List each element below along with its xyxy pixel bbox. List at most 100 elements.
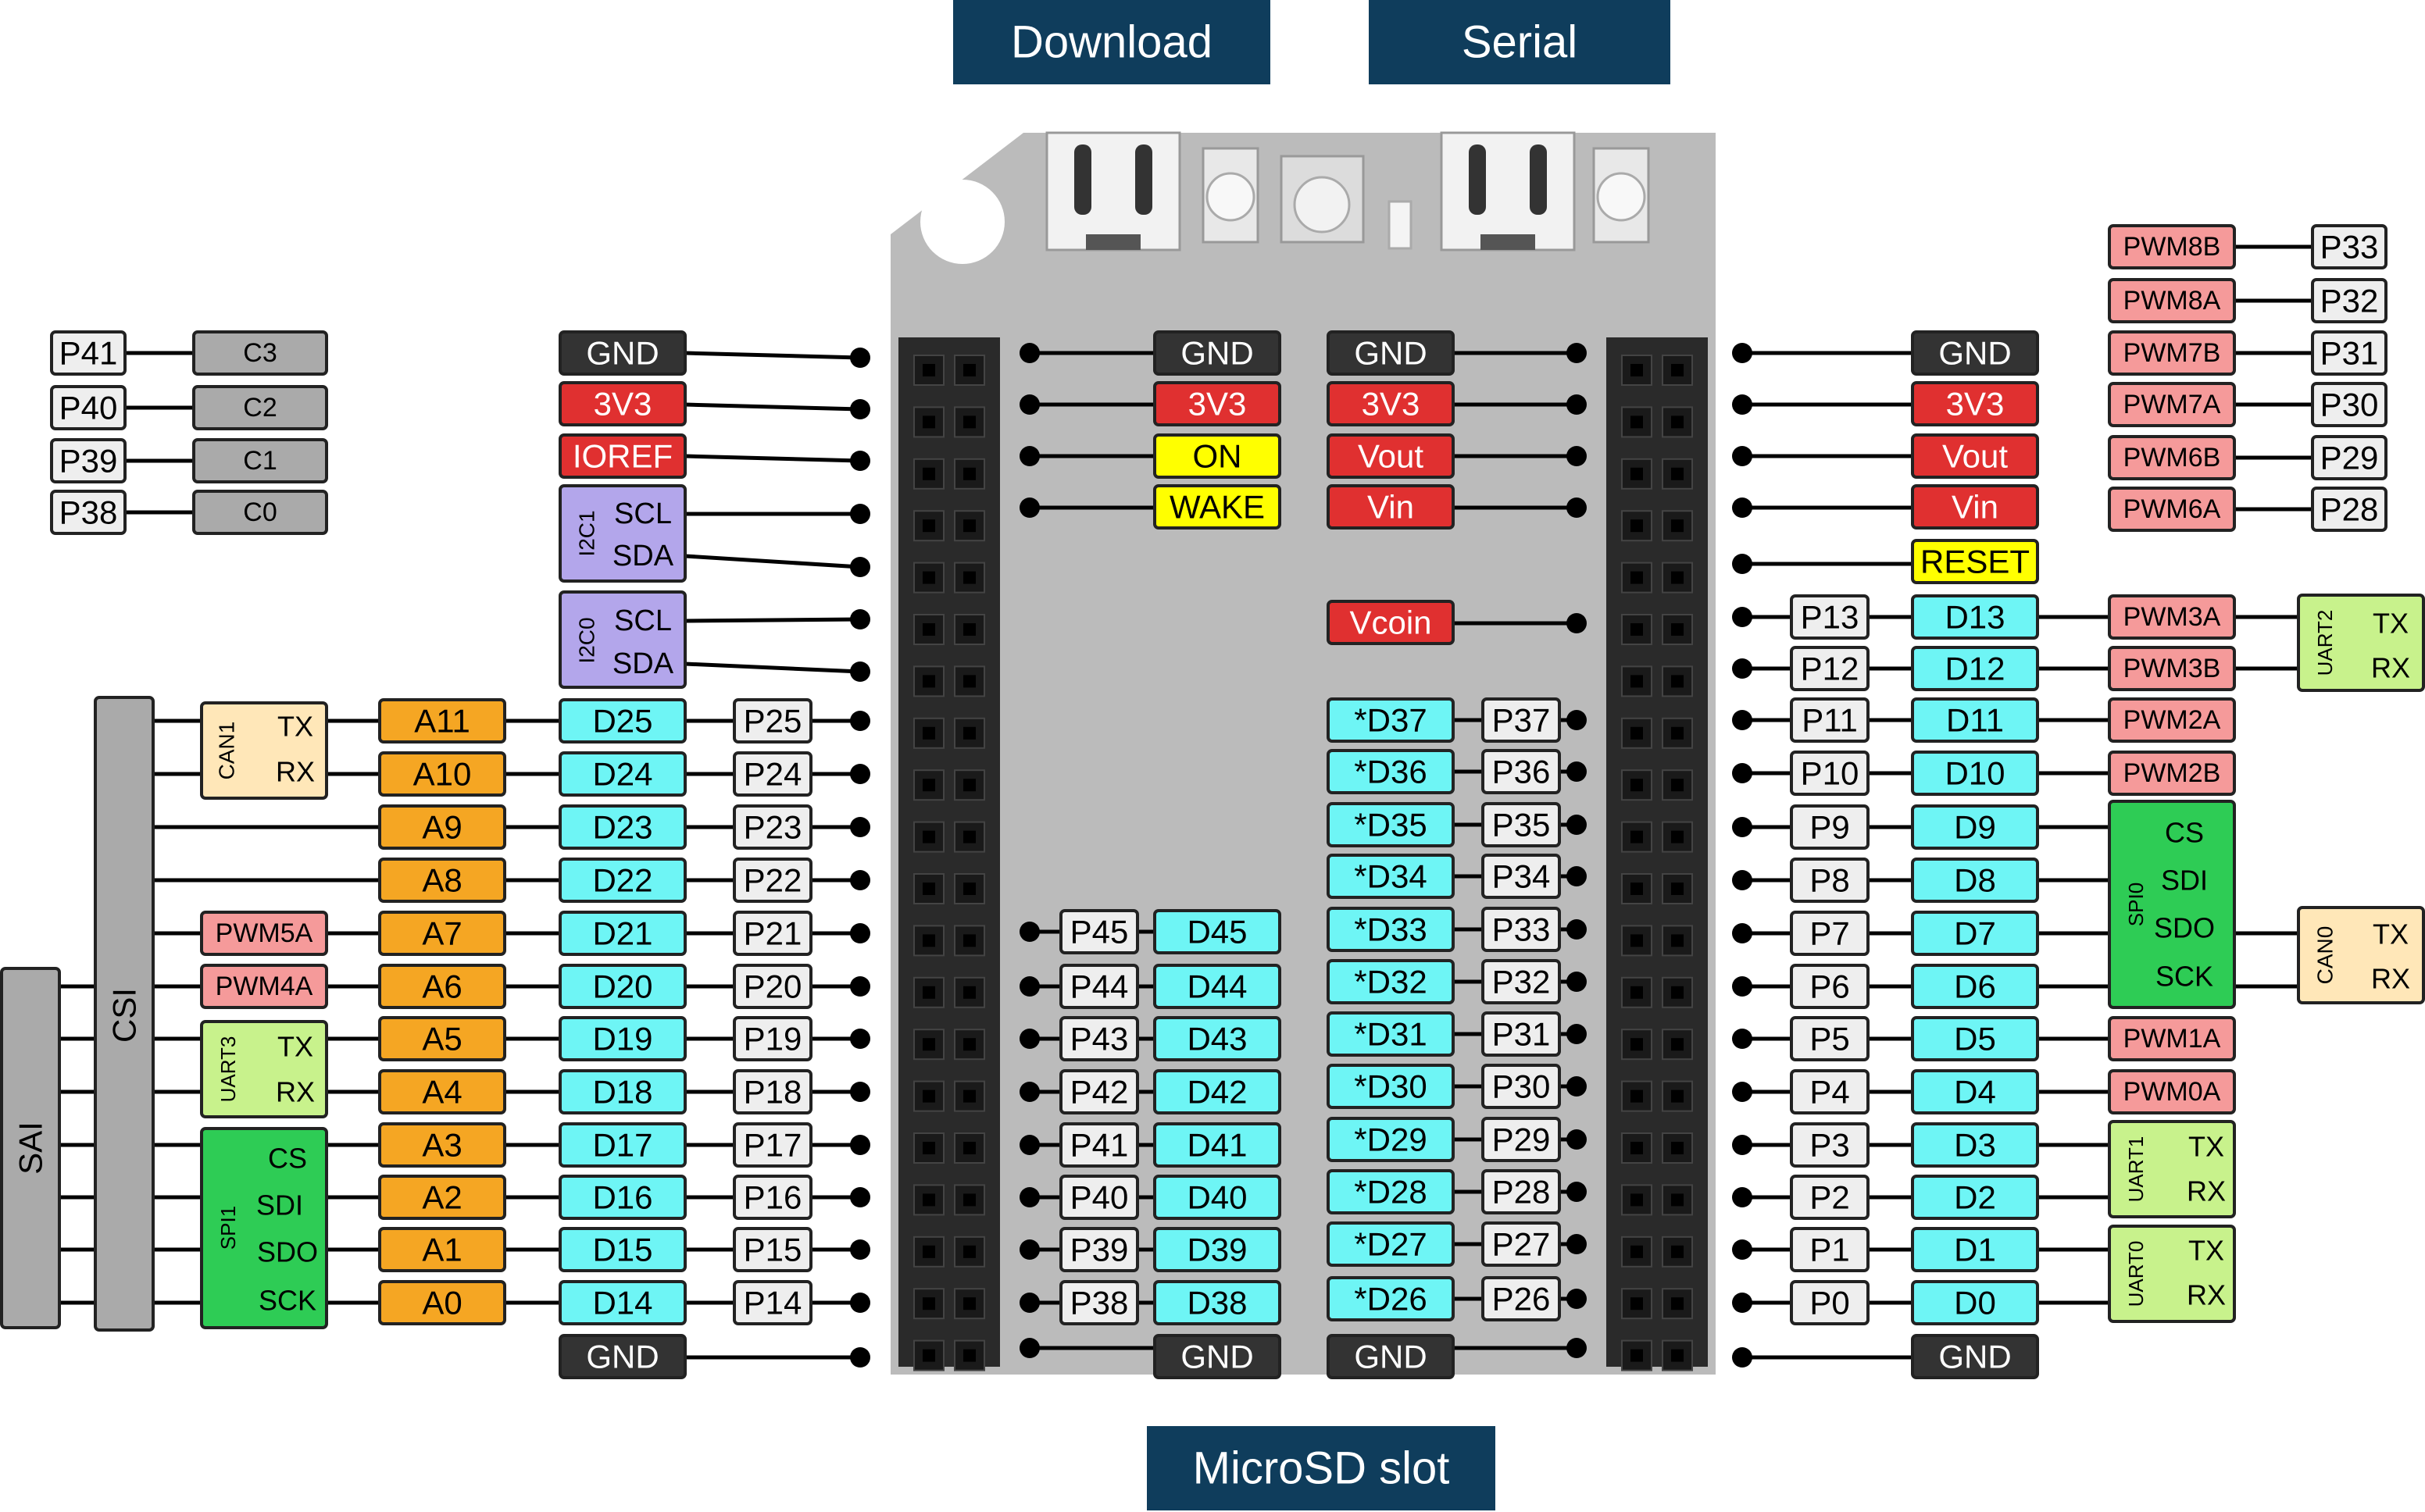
- pin-p5: P5: [1790, 1016, 1870, 1061]
- pin-dot: [1732, 607, 1752, 627]
- pin-dot: [1732, 763, 1752, 783]
- pin-p30: P30: [1481, 1064, 1561, 1109]
- pin-p44: P44: [1059, 964, 1139, 1009]
- serial-button[interactable]: Serial: [1369, 0, 1670, 84]
- pin-p32: P32: [1481, 959, 1561, 1004]
- pin-dot: [1732, 870, 1752, 890]
- camera-c2: C2: [192, 385, 328, 430]
- header-pin-hole: [963, 883, 976, 895]
- rx-label: RX: [276, 1076, 315, 1108]
- pin-dot: [1020, 1135, 1040, 1155]
- pin-p30: P30: [2311, 382, 2388, 427]
- pin-label-text: D12: [1945, 651, 2005, 687]
- pin-label-text: 3V3: [1188, 386, 1247, 423]
- pin-d7: D7: [1911, 911, 2039, 956]
- pin-dot: [850, 764, 870, 784]
- pin-p21: P21: [733, 911, 812, 956]
- header-pin-hole: [1630, 571, 1643, 584]
- pin-label-text: D45: [1187, 914, 1247, 950]
- pin-dot: [1020, 394, 1040, 415]
- pwm5a-label: PWM5A: [200, 911, 328, 956]
- pin-label-text: RESET: [1920, 544, 2030, 580]
- pin-label-text: P33: [2320, 229, 2379, 266]
- header-pin-hole: [923, 726, 935, 740]
- pin-p20: P20: [733, 964, 812, 1009]
- download-button[interactable]: Download: [953, 0, 1270, 84]
- connector-line: [684, 554, 861, 569]
- pin-d3: D3: [1911, 1122, 2039, 1168]
- pin-label-text: D20: [592, 968, 652, 1005]
- pin-label-text: D6: [1954, 968, 1996, 1005]
- sdo-label: SDO: [257, 1236, 318, 1268]
- pin-label-text: D7: [1954, 915, 1996, 952]
- pin-label-text: P40: [1070, 1179, 1129, 1216]
- pin-label-text: A11: [414, 703, 470, 740]
- pin-label-text: D43: [1187, 1021, 1247, 1057]
- uart3-group: UART3 TX RX: [200, 1020, 328, 1118]
- pin-label-text: D3: [1954, 1127, 1996, 1164]
- pin-label-text: A5: [422, 1021, 462, 1057]
- pin-p24: P24: [733, 751, 812, 797]
- pin-vin: Vin: [1911, 484, 2039, 530]
- header-pin-hole: [1630, 364, 1643, 376]
- usb-download-connector: [1045, 131, 1181, 251]
- header-pin-hole: [1630, 1142, 1643, 1154]
- pin-a8: A8: [378, 858, 506, 903]
- uart0-group: UART0 TX RX: [2108, 1225, 2236, 1323]
- header-pin-hole: [963, 726, 976, 740]
- pin-label-text: P23: [744, 809, 802, 846]
- right-header-strip: [1606, 337, 1708, 1371]
- header-pin-hole: [1671, 623, 1684, 636]
- header-pin-hole: [923, 519, 935, 533]
- pin-wake: WAKE: [1153, 484, 1281, 530]
- pin-dot: [1732, 497, 1752, 518]
- pin-a10: A10: [378, 751, 506, 797]
- pin-dot: [1020, 497, 1040, 518]
- pin-a9: A9: [378, 804, 506, 850]
- pin-label-text: P26: [1492, 1281, 1551, 1318]
- pin-dot: [850, 504, 870, 524]
- header-pin-hole: [1630, 467, 1643, 480]
- pin-label-text: GND: [1938, 335, 2011, 372]
- pin-label-text: P37: [1492, 702, 1551, 739]
- pin-3v3: 3V3: [1153, 381, 1281, 426]
- pwm0a-label: PWM0A: [2108, 1069, 2236, 1114]
- pin-p33: P33: [2311, 224, 2388, 269]
- rx-label: RX: [276, 756, 315, 788]
- pin-label-text: *D37: [1354, 702, 1427, 739]
- pin-dot: [1020, 976, 1040, 997]
- pin-p12: P12: [1790, 646, 1870, 691]
- pin-label-text: P3: [1809, 1127, 1849, 1164]
- header-pin-hole: [923, 1297, 935, 1311]
- pin-p42: P42: [1059, 1069, 1139, 1114]
- pin-dot: [1732, 446, 1752, 466]
- pin-label-text: GND: [1180, 1339, 1253, 1375]
- pin-dot: [1566, 1024, 1587, 1044]
- rx-label: RX: [2187, 1175, 2226, 1207]
- microsd-slot-button[interactable]: MicroSD slot: [1147, 1426, 1495, 1510]
- header-pin-hole: [1671, 1349, 1684, 1362]
- pin-p0: P0: [1790, 1280, 1870, 1325]
- uart2-label: UART2: [2313, 610, 2337, 676]
- scl-label: SCL: [614, 497, 672, 530]
- pin-label-text: P39: [1070, 1232, 1129, 1268]
- pin-label-text: Vout: [1358, 438, 1423, 475]
- pin-label-text: D13: [1945, 599, 2005, 636]
- pin-p29: P29: [2311, 435, 2388, 480]
- pin-dot: [1566, 710, 1587, 730]
- pin-dot: [1732, 1239, 1752, 1260]
- pin-a7: A7: [378, 911, 506, 956]
- pin-label-text: P19: [744, 1021, 802, 1057]
- pin-p28: P28: [2311, 487, 2388, 532]
- pin-label-text: P31: [2320, 335, 2379, 372]
- header-pin-hole: [963, 1193, 976, 1207]
- pin-label-text: C0: [243, 497, 277, 527]
- csi-bar: CSI: [94, 696, 155, 1332]
- pin-gnd: GND: [1327, 330, 1455, 376]
- pin-p16: P16: [733, 1175, 812, 1220]
- header-pin-hole: [1630, 415, 1643, 429]
- pin-dot: [1566, 815, 1587, 835]
- pin-label-text: P31: [1492, 1016, 1551, 1053]
- pin-label-text: C1: [243, 446, 277, 476]
- pwm-label-pwm2b: PWM2B: [2108, 751, 2236, 796]
